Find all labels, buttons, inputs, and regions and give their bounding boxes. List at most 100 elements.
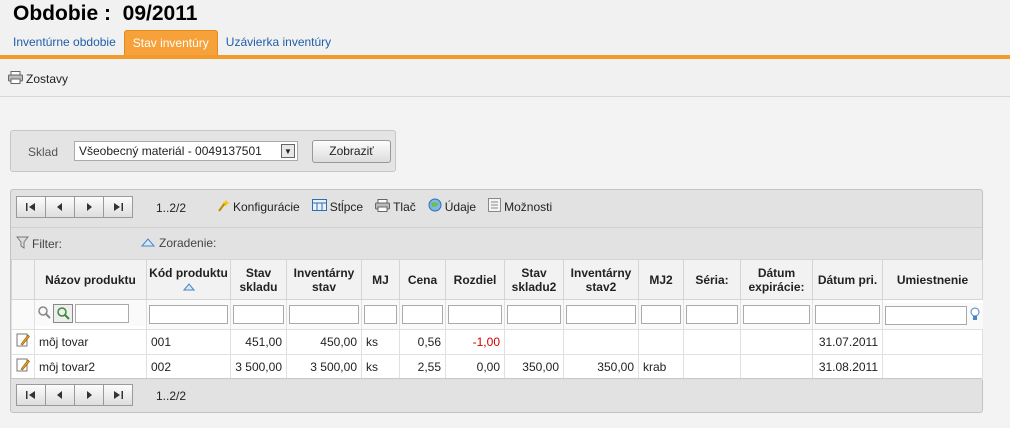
store-select-value: Všeobecný materiál - 0049137501 bbox=[79, 144, 262, 158]
tab-inventory-closing[interactable]: Uzávierka inventúry bbox=[218, 30, 339, 55]
filter-price[interactable] bbox=[402, 304, 443, 324]
columns-label: Stĺpce bbox=[329, 199, 364, 214]
reports-label: Zostavy bbox=[26, 72, 69, 86]
options-button[interactable]: Možnosti bbox=[488, 198, 552, 215]
data-globe-icon bbox=[428, 198, 442, 215]
store-select[interactable]: Všeobecný materiál - 0049137501 ▼ bbox=[74, 141, 298, 161]
search-icon[interactable] bbox=[37, 305, 51, 322]
filter-inventory-stock2[interactable] bbox=[566, 304, 636, 324]
filter-location[interactable] bbox=[885, 306, 967, 325]
cell-product-code: 002 bbox=[146, 353, 231, 380]
bottom-pager bbox=[16, 384, 133, 406]
column-header[interactable]: Dátum pri. bbox=[812, 259, 883, 300]
dropdown-arrow-icon[interactable]: ▼ bbox=[281, 144, 295, 158]
sort-toggle[interactable]: Zoradenie: bbox=[140, 236, 216, 250]
last-page-icon bbox=[114, 203, 123, 211]
filter-difference[interactable] bbox=[448, 304, 502, 324]
filter-unit[interactable] bbox=[364, 304, 397, 324]
first-page-button[interactable] bbox=[16, 384, 46, 406]
wand-icon bbox=[216, 198, 230, 215]
column-header[interactable]: Inventárny stav2 bbox=[563, 259, 639, 300]
cell-receipt-date: 31.07.2011 bbox=[812, 328, 883, 355]
cell-stock: 451,00 bbox=[230, 328, 287, 355]
printer-icon bbox=[375, 198, 391, 215]
cell-series bbox=[683, 328, 741, 355]
prev-page-button[interactable] bbox=[45, 384, 75, 406]
cell-expiry-date bbox=[740, 328, 813, 355]
data-button[interactable]: Údaje bbox=[428, 198, 476, 215]
cell-series bbox=[683, 353, 741, 380]
filter-expiry-date[interactable] bbox=[743, 304, 810, 324]
filter-unit2[interactable] bbox=[641, 304, 681, 324]
edit-row-button[interactable] bbox=[11, 353, 35, 380]
columns-button[interactable]: Stĺpce bbox=[311, 198, 364, 215]
advanced-search-icon[interactable] bbox=[53, 303, 73, 323]
column-header[interactable]: Rozdiel bbox=[445, 259, 505, 300]
filter-toggle[interactable]: Filter: bbox=[15, 236, 62, 252]
filter-product-code[interactable] bbox=[149, 304, 228, 324]
column-header-sorted[interactable]: Kód produktu bbox=[146, 259, 231, 300]
inventory-table: Názov produktu Kód produktu Stav skladu … bbox=[11, 259, 983, 380]
cell-unit: ks bbox=[361, 353, 400, 380]
header: Obdobie : 09/2011 Inventúrne obdobie Sta… bbox=[0, 0, 1010, 58]
cell-stock2 bbox=[504, 328, 564, 355]
table-row[interactable]: môj tovar2 002 3 500,00 3 500,00 ks 2,55… bbox=[11, 353, 983, 380]
column-header[interactable]: MJ bbox=[361, 259, 400, 300]
page-title: Obdobie : 09/2011 bbox=[13, 2, 198, 25]
show-button[interactable]: Zobraziť bbox=[312, 140, 391, 163]
store-filter-panel: Sklad Všeobecný materiál - 0049137501 ▼ … bbox=[10, 130, 396, 172]
cell-receipt-date: 31.08.2011 bbox=[812, 353, 883, 380]
page-info: 1..2/2 bbox=[156, 389, 187, 403]
column-header[interactable]: Stav skladu2 bbox=[504, 259, 564, 300]
filter-stock[interactable] bbox=[233, 304, 284, 324]
cell-price: 0,56 bbox=[399, 328, 446, 355]
reports-button[interactable]: Zostavy bbox=[8, 71, 68, 87]
bottom-pager-bar: 1..2/2 bbox=[11, 378, 982, 412]
tab-inventory-status[interactable]: Stav inventúry bbox=[123, 30, 218, 55]
column-header[interactable]: MJ2 bbox=[638, 259, 684, 300]
print-button[interactable]: Tlač bbox=[375, 198, 416, 215]
print-label: Tlač bbox=[393, 199, 416, 214]
filter-product-name[interactable] bbox=[75, 303, 129, 323]
next-page-button[interactable] bbox=[74, 196, 104, 218]
column-header[interactable]: Názov produktu bbox=[34, 259, 147, 300]
cell-inventory-stock2: 350,00 bbox=[563, 353, 639, 380]
next-page-icon bbox=[87, 203, 92, 211]
next-page-icon bbox=[87, 391, 92, 399]
tab-inventory-period[interactable]: Inventúrne obdobie bbox=[5, 30, 124, 55]
filter-spacer bbox=[11, 299, 35, 330]
filter-receipt-date[interactable] bbox=[815, 304, 880, 324]
prev-page-icon bbox=[57, 203, 62, 211]
column-header[interactable]: Stav skladu bbox=[230, 259, 287, 300]
configurations-label: Konfigurácie bbox=[233, 199, 300, 214]
edit-row-button[interactable] bbox=[11, 328, 35, 355]
prev-page-button[interactable] bbox=[45, 196, 75, 218]
cell-product-name: môj tovar bbox=[34, 328, 147, 355]
options-label: Možnosti bbox=[504, 199, 553, 214]
store-label: Sklad bbox=[28, 145, 59, 159]
cell-stock: 3 500,00 bbox=[230, 353, 287, 380]
last-page-button[interactable] bbox=[103, 384, 133, 406]
filter-stock2[interactable] bbox=[507, 304, 561, 324]
first-page-button[interactable] bbox=[16, 196, 46, 218]
column-header[interactable]: Cena bbox=[399, 259, 446, 300]
configurations-button[interactable]: Konfigurácie bbox=[216, 198, 300, 215]
cell-unit2 bbox=[638, 328, 684, 355]
column-header[interactable]: Inventárny stav bbox=[286, 259, 362, 300]
columns-icon bbox=[311, 199, 327, 214]
hint-bulb-icon[interactable] bbox=[970, 307, 980, 324]
filter-inventory-stock[interactable] bbox=[289, 304, 359, 324]
column-header[interactable]: Dátum expirácie: bbox=[740, 259, 813, 300]
edit-pencil-icon bbox=[16, 358, 30, 372]
filter-series[interactable] bbox=[686, 304, 738, 324]
column-header[interactable]: Séria: bbox=[683, 259, 741, 300]
cell-stock2: 350,00 bbox=[504, 353, 564, 380]
last-page-button[interactable] bbox=[103, 196, 133, 218]
column-header[interactable]: Umiestnenie bbox=[882, 259, 983, 300]
page-info: 1..2/2 bbox=[156, 201, 187, 215]
filter-cell bbox=[35, 300, 146, 326]
next-page-button[interactable] bbox=[74, 384, 104, 406]
tab-bar: Inventúrne obdobie Stav inventúry Uzávie… bbox=[5, 30, 339, 55]
table-row[interactable]: môj tovar 001 451,00 450,00 ks 0,56 -1,0… bbox=[11, 328, 983, 355]
column-filter-row bbox=[11, 299, 983, 330]
